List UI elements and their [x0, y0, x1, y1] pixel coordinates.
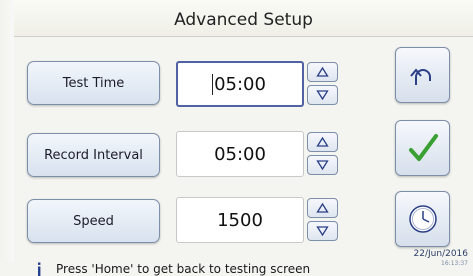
test-time-button[interactable]: Test Time — [27, 61, 160, 105]
back-button[interactable] — [395, 47, 450, 103]
undo-arrow-icon — [410, 68, 431, 85]
triangle-down-icon — [316, 160, 329, 171]
clock-icon — [409, 205, 437, 233]
triangle-up-icon — [316, 66, 329, 77]
triangle-up-icon — [316, 136, 329, 147]
text-caret — [212, 74, 213, 95]
record-interval-increment-button[interactable] — [307, 132, 338, 152]
status-time: 16:13:37 — [441, 260, 468, 267]
page-title: Advanced Setup — [174, 10, 313, 30]
test-time-spinner — [307, 61, 338, 107]
speed-input[interactable]: 1500 — [176, 197, 304, 243]
record-interval-spinner — [307, 131, 338, 177]
checkmark-icon — [409, 134, 438, 161]
test-time-increment-button[interactable] — [307, 62, 338, 82]
speed-value: 1500 — [217, 209, 263, 231]
triangle-down-icon — [316, 90, 329, 101]
status-datetime: 22/Jun/2016 16:13:37 — [414, 249, 468, 269]
speed-button[interactable]: Speed — [27, 199, 160, 243]
speed-decrement-button[interactable] — [307, 221, 338, 241]
speed-increment-button[interactable] — [307, 198, 338, 218]
clock-button[interactable] — [395, 191, 450, 247]
record-interval-input[interactable]: 05:00 — [176, 131, 304, 177]
title-bar: Advanced Setup — [14, 0, 473, 37]
test-time-value: 05:00 — [214, 73, 266, 95]
confirm-button[interactable] — [395, 120, 450, 176]
status-message: Press 'Home' to get back to testing scre… — [56, 262, 311, 276]
test-time-decrement-button[interactable] — [307, 85, 338, 105]
record-interval-value: 05:00 — [214, 143, 266, 165]
record-interval-decrement-button[interactable] — [307, 155, 338, 175]
speed-spinner — [307, 197, 338, 243]
info-icon — [38, 262, 41, 276]
status-date: 22/Jun/2016 — [413, 249, 468, 259]
test-time-input[interactable]: 05:00 — [176, 61, 304, 107]
record-interval-button[interactable]: Record Interval — [27, 133, 160, 177]
triangle-up-icon — [316, 202, 329, 213]
setup-window: Advanced Setup Test Time 05:00 Record In… — [0, 0, 473, 276]
left-edge-strip — [0, 0, 14, 262]
triangle-down-icon — [316, 226, 329, 237]
